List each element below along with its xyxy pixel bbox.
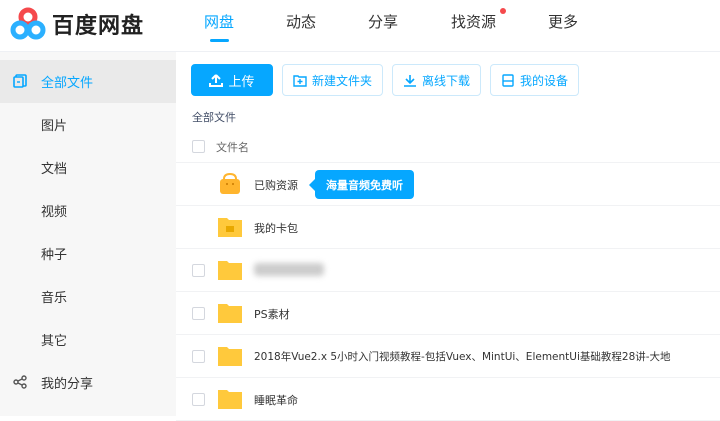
tab-share[interactable]: 分享 <box>368 11 398 32</box>
offline-download-label: 离线下载 <box>422 73 471 88</box>
list-header: 文件名 <box>176 130 720 163</box>
sidebar-item-torrents[interactable]: 种子 <box>0 232 176 275</box>
file-row[interactable]: 已购资源 <box>176 163 720 206</box>
download-icon <box>404 74 417 87</box>
sidebar-item-images[interactable]: 图片 <box>0 103 176 146</box>
baidu-cloud-logo-icon <box>10 7 46 40</box>
folder-icon <box>218 304 242 323</box>
sidebar-item-label: 种子 <box>41 248 68 263</box>
folder-icon <box>218 261 242 280</box>
sidebar-item-label: 全部文件 <box>41 76 94 91</box>
file-name[interactable]: 我的卡包 <box>254 220 298 236</box>
new-folder-label: 新建文件夹 <box>312 73 373 88</box>
row-checkbox[interactable] <box>192 393 205 406</box>
column-filename[interactable]: 文件名 <box>216 139 249 155</box>
file-name[interactable]: 睡眠革命 <box>254 392 298 408</box>
breadcrumb[interactable]: 全部文件 <box>192 109 236 125</box>
tab-find-resources[interactable]: 找资源 <box>451 11 496 32</box>
new-folder-icon <box>293 74 307 87</box>
file-row[interactable]: 2018年Vue2.x 5小时入门视频教程-包括Vuex、MintUi、Elem… <box>176 335 720 378</box>
upload-label: 上传 <box>228 74 255 90</box>
share-icon <box>13 375 27 389</box>
sidebar-item-my-shares[interactable]: 我的分享 <box>0 361 176 404</box>
row-checkbox[interactable] <box>192 350 205 363</box>
file-name[interactable]: PS素材 <box>254 306 290 322</box>
file-row[interactable]: PS素材 <box>176 292 720 335</box>
tab-more[interactable]: 更多 <box>548 11 578 32</box>
upload-icon <box>209 73 224 87</box>
toolbar: 上传 新建文件夹 离线下载 我的设备 <box>191 64 580 96</box>
file-row[interactable]: 我的卡包 <box>176 206 720 249</box>
sidebar-item-label: 文档 <box>41 162 68 177</box>
purchased-bag-icon <box>220 173 240 194</box>
file-name[interactable]: 2018年Vue2.x 5小时入门视频教程-包括Vuex、MintUi、Elem… <box>254 349 671 364</box>
select-all-checkbox[interactable] <box>192 140 205 153</box>
sidebar: 全部文件 图片 文档 视频 种子 音乐 其它 我的分享 <box>0 52 176 416</box>
upload-button[interactable]: 上传 <box>191 64 273 96</box>
file-row[interactable] <box>176 249 720 292</box>
app-name: 百度网盘 <box>52 14 145 39</box>
tab-activity[interactable]: 动态 <box>286 11 316 32</box>
offline-download-button[interactable]: 离线下载 <box>392 64 482 96</box>
sidebar-item-label: 其它 <box>41 334 68 349</box>
row-checkbox[interactable] <box>192 264 205 277</box>
sidebar-item-label: 音乐 <box>41 291 68 306</box>
sidebar-item-other[interactable]: 其它 <box>0 318 176 361</box>
sidebar-item-label: 图片 <box>41 119 68 134</box>
device-icon <box>502 73 514 87</box>
file-row[interactable]: 睡眠革命 <box>176 378 720 421</box>
notification-dot <box>500 8 506 14</box>
sidebar-item-all-files[interactable]: 全部文件 <box>0 60 176 103</box>
new-folder-button[interactable]: 新建文件夹 <box>282 64 384 96</box>
logo[interactable]: 百度网盘 <box>10 6 144 42</box>
sidebar-item-music[interactable]: 音乐 <box>0 275 176 318</box>
sidebar-item-videos[interactable]: 视频 <box>0 189 176 232</box>
my-devices-label: 我的设备 <box>520 73 569 88</box>
file-name[interactable]: 已购资源 <box>254 177 298 193</box>
active-tab-indicator <box>210 39 229 42</box>
row-checkbox[interactable] <box>192 307 205 320</box>
files-icon <box>13 74 27 88</box>
folder-icon <box>218 390 242 409</box>
sidebar-item-label: 视频 <box>41 205 68 220</box>
blurred-file-name[interactable] <box>254 263 324 276</box>
top-header: 百度网盘 网盘 动态 分享 找资源 更多 <box>0 0 720 52</box>
sidebar-item-docs[interactable]: 文档 <box>0 146 176 189</box>
tab-netdisk[interactable]: 网盘 <box>204 11 234 32</box>
folder-icon <box>218 347 242 366</box>
my-devices-button[interactable]: 我的设备 <box>490 64 580 96</box>
sidebar-item-label: 我的分享 <box>41 377 94 392</box>
promo-tooltip[interactable]: 海量音频免费听 <box>309 170 414 199</box>
card-folder-icon <box>218 218 242 237</box>
